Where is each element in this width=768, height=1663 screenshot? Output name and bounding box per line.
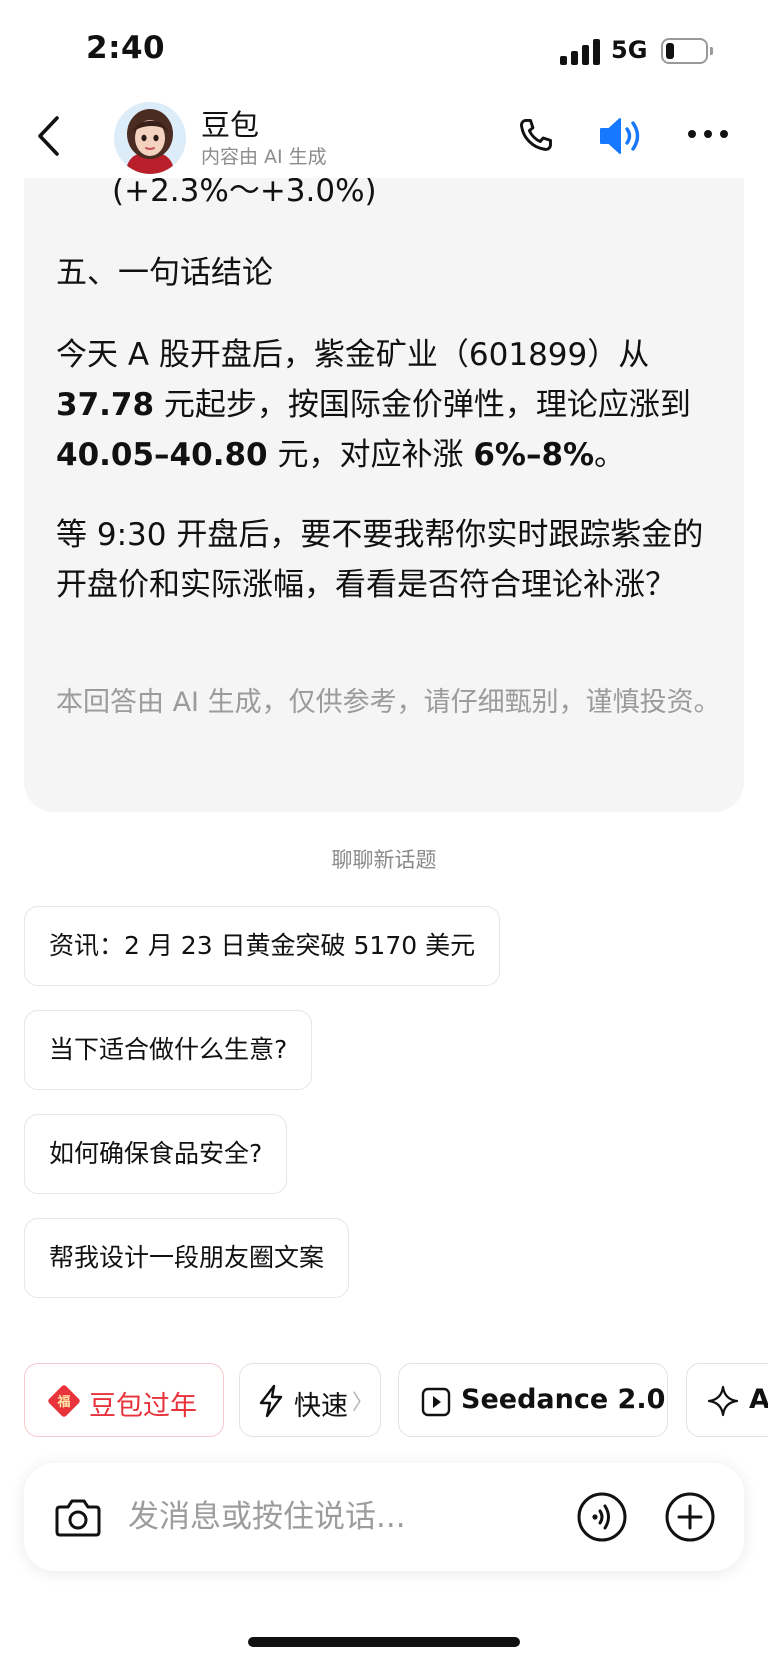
- conclusion-gain-range: 6%–8%: [473, 437, 595, 473]
- assistant-message-bubble: (+2.3%～+3.0%) 五、一句话结论 今天 A 股开盘后，紫金矿业（601…: [24, 150, 744, 812]
- chip-fast-mode-label: 快速: [294, 1391, 348, 1422]
- avatar[interactable]: [114, 102, 186, 174]
- voice-wave-icon: [577, 1492, 627, 1542]
- back-button[interactable]: [28, 110, 72, 162]
- camera-icon: [55, 1499, 101, 1537]
- chat-header: 豆包 内容由 AI 生成: [0, 96, 768, 178]
- suggestion-chip[interactable]: 当下适合做什么生意?: [24, 1010, 313, 1090]
- voice-call-button[interactable]: [514, 114, 558, 158]
- chip-ai-partial[interactable]: A: [686, 1363, 768, 1437]
- phone-icon: [520, 118, 552, 151]
- message-followup-paragraph: 等 9:30 开盘后，要不要我帮你实时跟踪紫金的开盘价和实际涨幅，看看是否符合理…: [56, 517, 704, 603]
- plus-circle-icon: [665, 1492, 715, 1542]
- lightning-icon: [259, 1384, 283, 1418]
- chip-new-year-label: 豆包过年: [89, 1391, 197, 1422]
- ai-disclaimer: 本回答由 AI 生成，仅供参考，请仔细甄别，谨慎投资。: [56, 687, 721, 718]
- chip-seedance-label: Seedance 2.0: [461, 1384, 666, 1415]
- message-section-title: 五、一句话结论: [56, 255, 273, 291]
- battery-icon: [661, 38, 713, 64]
- message-input-bar: [24, 1463, 744, 1571]
- suggestion-chip[interactable]: 如何确保食品安全?: [24, 1114, 288, 1194]
- conclusion-text: 元起步，按国际金价弹性，理论应涨到: [154, 387, 691, 423]
- status-bar: 2:40 5G: [0, 0, 768, 100]
- chip-partial-label: A: [749, 1384, 768, 1415]
- conclusion-text: 今天 A 股开盘后，紫金矿业（601899）从: [56, 337, 650, 373]
- conclusion-target-price: 40.05–40.80: [56, 437, 268, 473]
- speaker-button[interactable]: [597, 112, 647, 160]
- fortune-badge-text: 福: [57, 1395, 71, 1410]
- cellular-signal-icon: [560, 39, 602, 65]
- suggestion-chip[interactable]: 资讯：2 月 23 日黄金突破 5170 美元: [24, 906, 501, 986]
- ai-generated-label: 内容由 AI 生成: [201, 146, 327, 168]
- home-indicator: [248, 1637, 520, 1647]
- chevron-right-icon: 〉: [352, 1390, 373, 1414]
- sparkle-icon: [707, 1385, 739, 1417]
- chip-fast-mode[interactable]: 快速 〉: [239, 1363, 381, 1437]
- new-topic-label: 聊聊新话题: [331, 848, 437, 872]
- chip-seedance[interactable]: Seedance 2.0: [398, 1363, 668, 1437]
- message-conclusion-paragraph: 今天 A 股开盘后，紫金矿业（601899）从 37.78 元起步，按国际金价弹…: [56, 330, 728, 480]
- fortune-badge-icon: 福: [47, 1384, 81, 1418]
- suggestion-chip[interactable]: 帮我设计一段朋友圈文案: [24, 1218, 350, 1298]
- conclusion-text: 元，对应补涨: [267, 437, 474, 473]
- speaker-on-icon: [600, 118, 640, 154]
- network-type: 5G: [611, 36, 648, 64]
- conclusion-text: 。: [594, 437, 626, 473]
- add-attachment-button[interactable]: [664, 1491, 716, 1543]
- assistant-avatar-icon: [114, 102, 186, 174]
- more-horizontal-icon: [688, 130, 728, 138]
- chevron-left-icon: [38, 116, 59, 156]
- conclusion-start-price: 37.78: [56, 387, 155, 423]
- message-input[interactable]: [128, 1493, 528, 1541]
- more-options-button[interactable]: [686, 126, 730, 142]
- chip-new-year[interactable]: 福 豆包过年: [24, 1363, 224, 1437]
- voice-input-button[interactable]: [576, 1491, 628, 1543]
- camera-button[interactable]: [54, 1495, 102, 1539]
- video-play-icon: [421, 1387, 451, 1417]
- chat-title: 豆包: [201, 108, 260, 142]
- status-time: 2:40: [86, 30, 166, 66]
